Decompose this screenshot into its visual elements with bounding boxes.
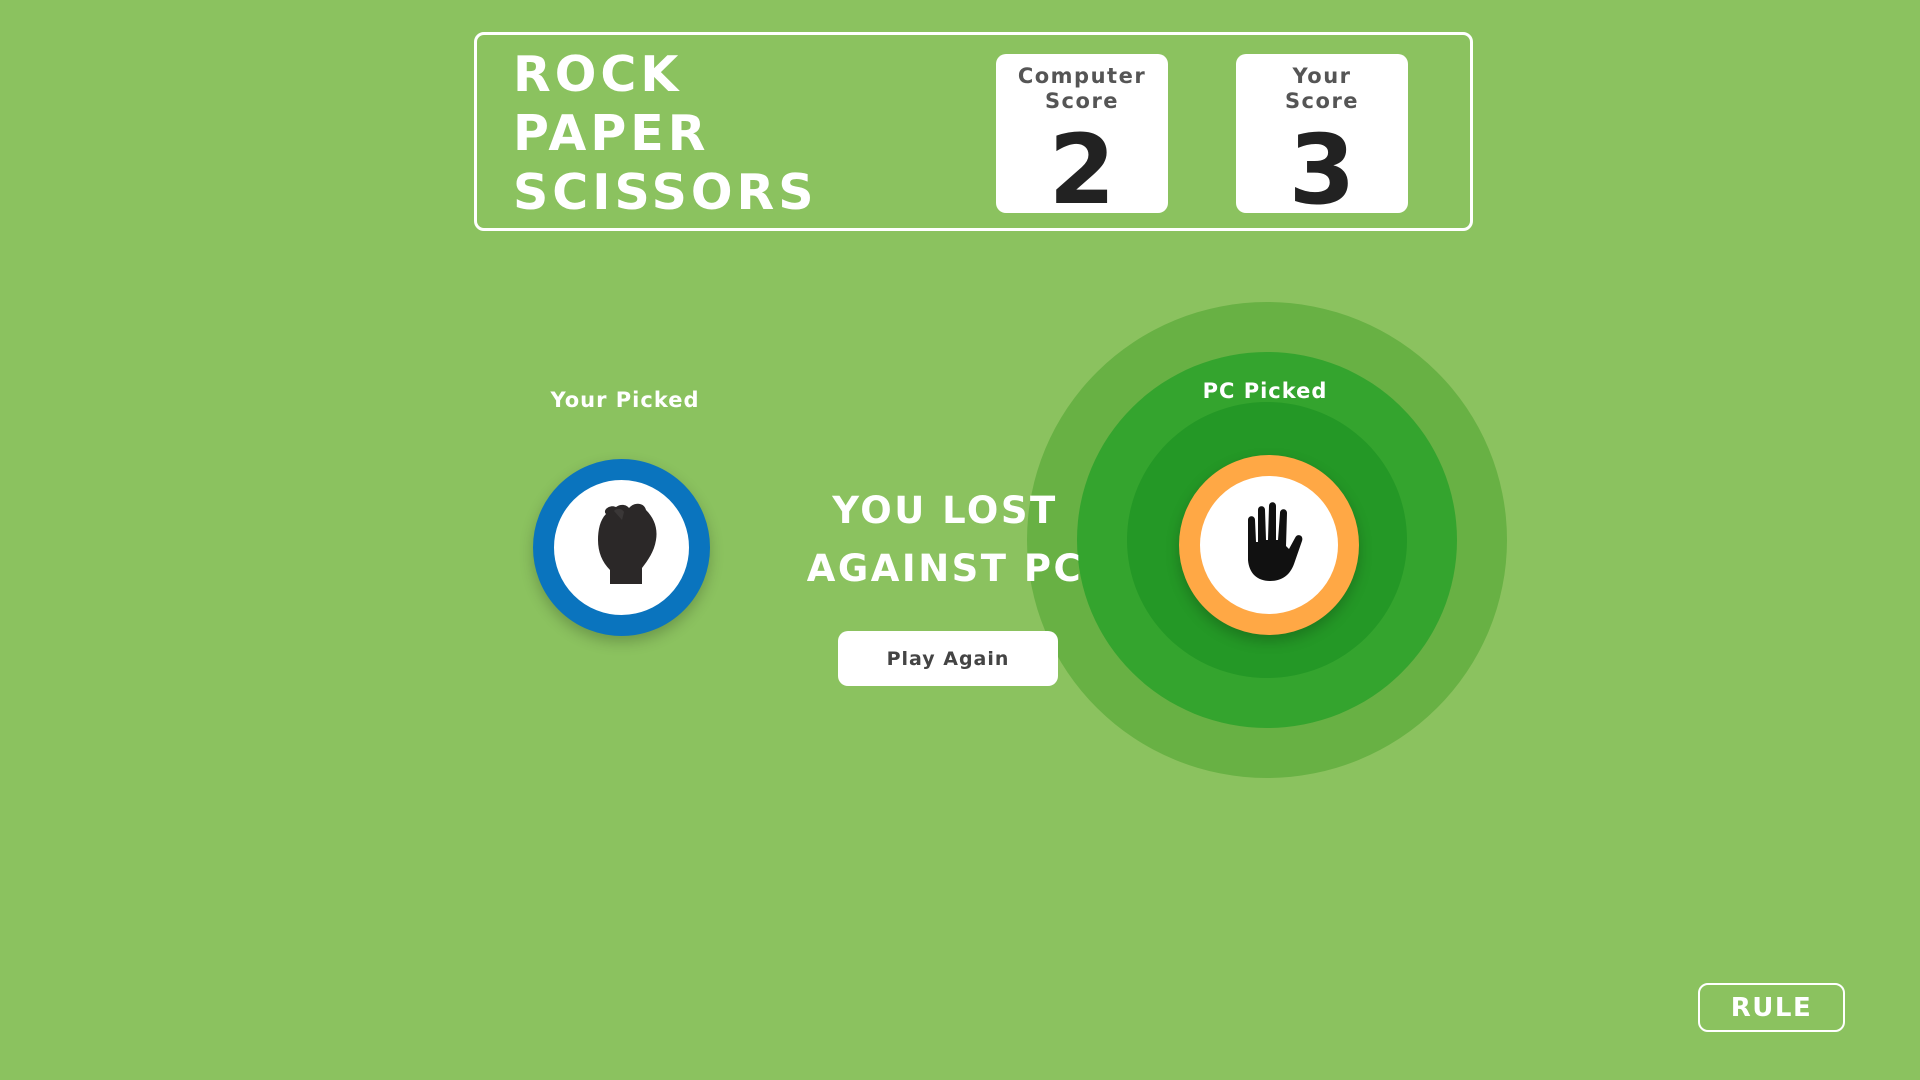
computer-score-label-line: Computer	[1017, 64, 1147, 88]
rock-fist-icon	[598, 503, 657, 584]
your-score-card: Your Score 3	[1236, 54, 1408, 220]
game-screen: ROCK PAPER SCISSORS Computer Score 2 You…	[0, 0, 1920, 1080]
your-pick-rock-token	[533, 459, 710, 636]
computer-score-label-line: Score	[1044, 89, 1120, 113]
pc-pick-paper-token	[1179, 455, 1359, 635]
result-line: YOU LOST	[832, 489, 1058, 532]
scoreboard-header: ROCK PAPER SCISSORS Computer Score 2 You…	[474, 32, 1473, 231]
computer-score-value: 2	[1048, 114, 1116, 226]
your-score-value: 3	[1288, 114, 1356, 226]
your-score-label-line: Your	[1292, 64, 1352, 88]
play-again-button[interactable]: Play Again	[838, 631, 1058, 686]
computer-score-label: Computer Score	[996, 64, 1168, 114]
game-title: ROCK PAPER SCISSORS	[513, 45, 818, 222]
rule-button[interactable]: RULE	[1698, 983, 1845, 1032]
result-line: AGAINST PC	[806, 547, 1084, 590]
computer-score-card: Computer Score 2	[996, 54, 1168, 220]
game-title-line: ROCK	[513, 46, 683, 103]
your-picked-label: Your Picked	[550, 388, 700, 412]
your-score-label-line: Score	[1284, 89, 1360, 113]
your-score-label: Your Score	[1236, 64, 1408, 114]
game-title-line: PAPER	[513, 105, 710, 162]
result-message: YOU LOST AGAINST PC	[790, 482, 1100, 598]
game-title-line: SCISSORS	[513, 164, 818, 221]
pc-picked-label: PC Picked	[1202, 379, 1328, 403]
paper-hand-icon	[1248, 502, 1303, 581]
